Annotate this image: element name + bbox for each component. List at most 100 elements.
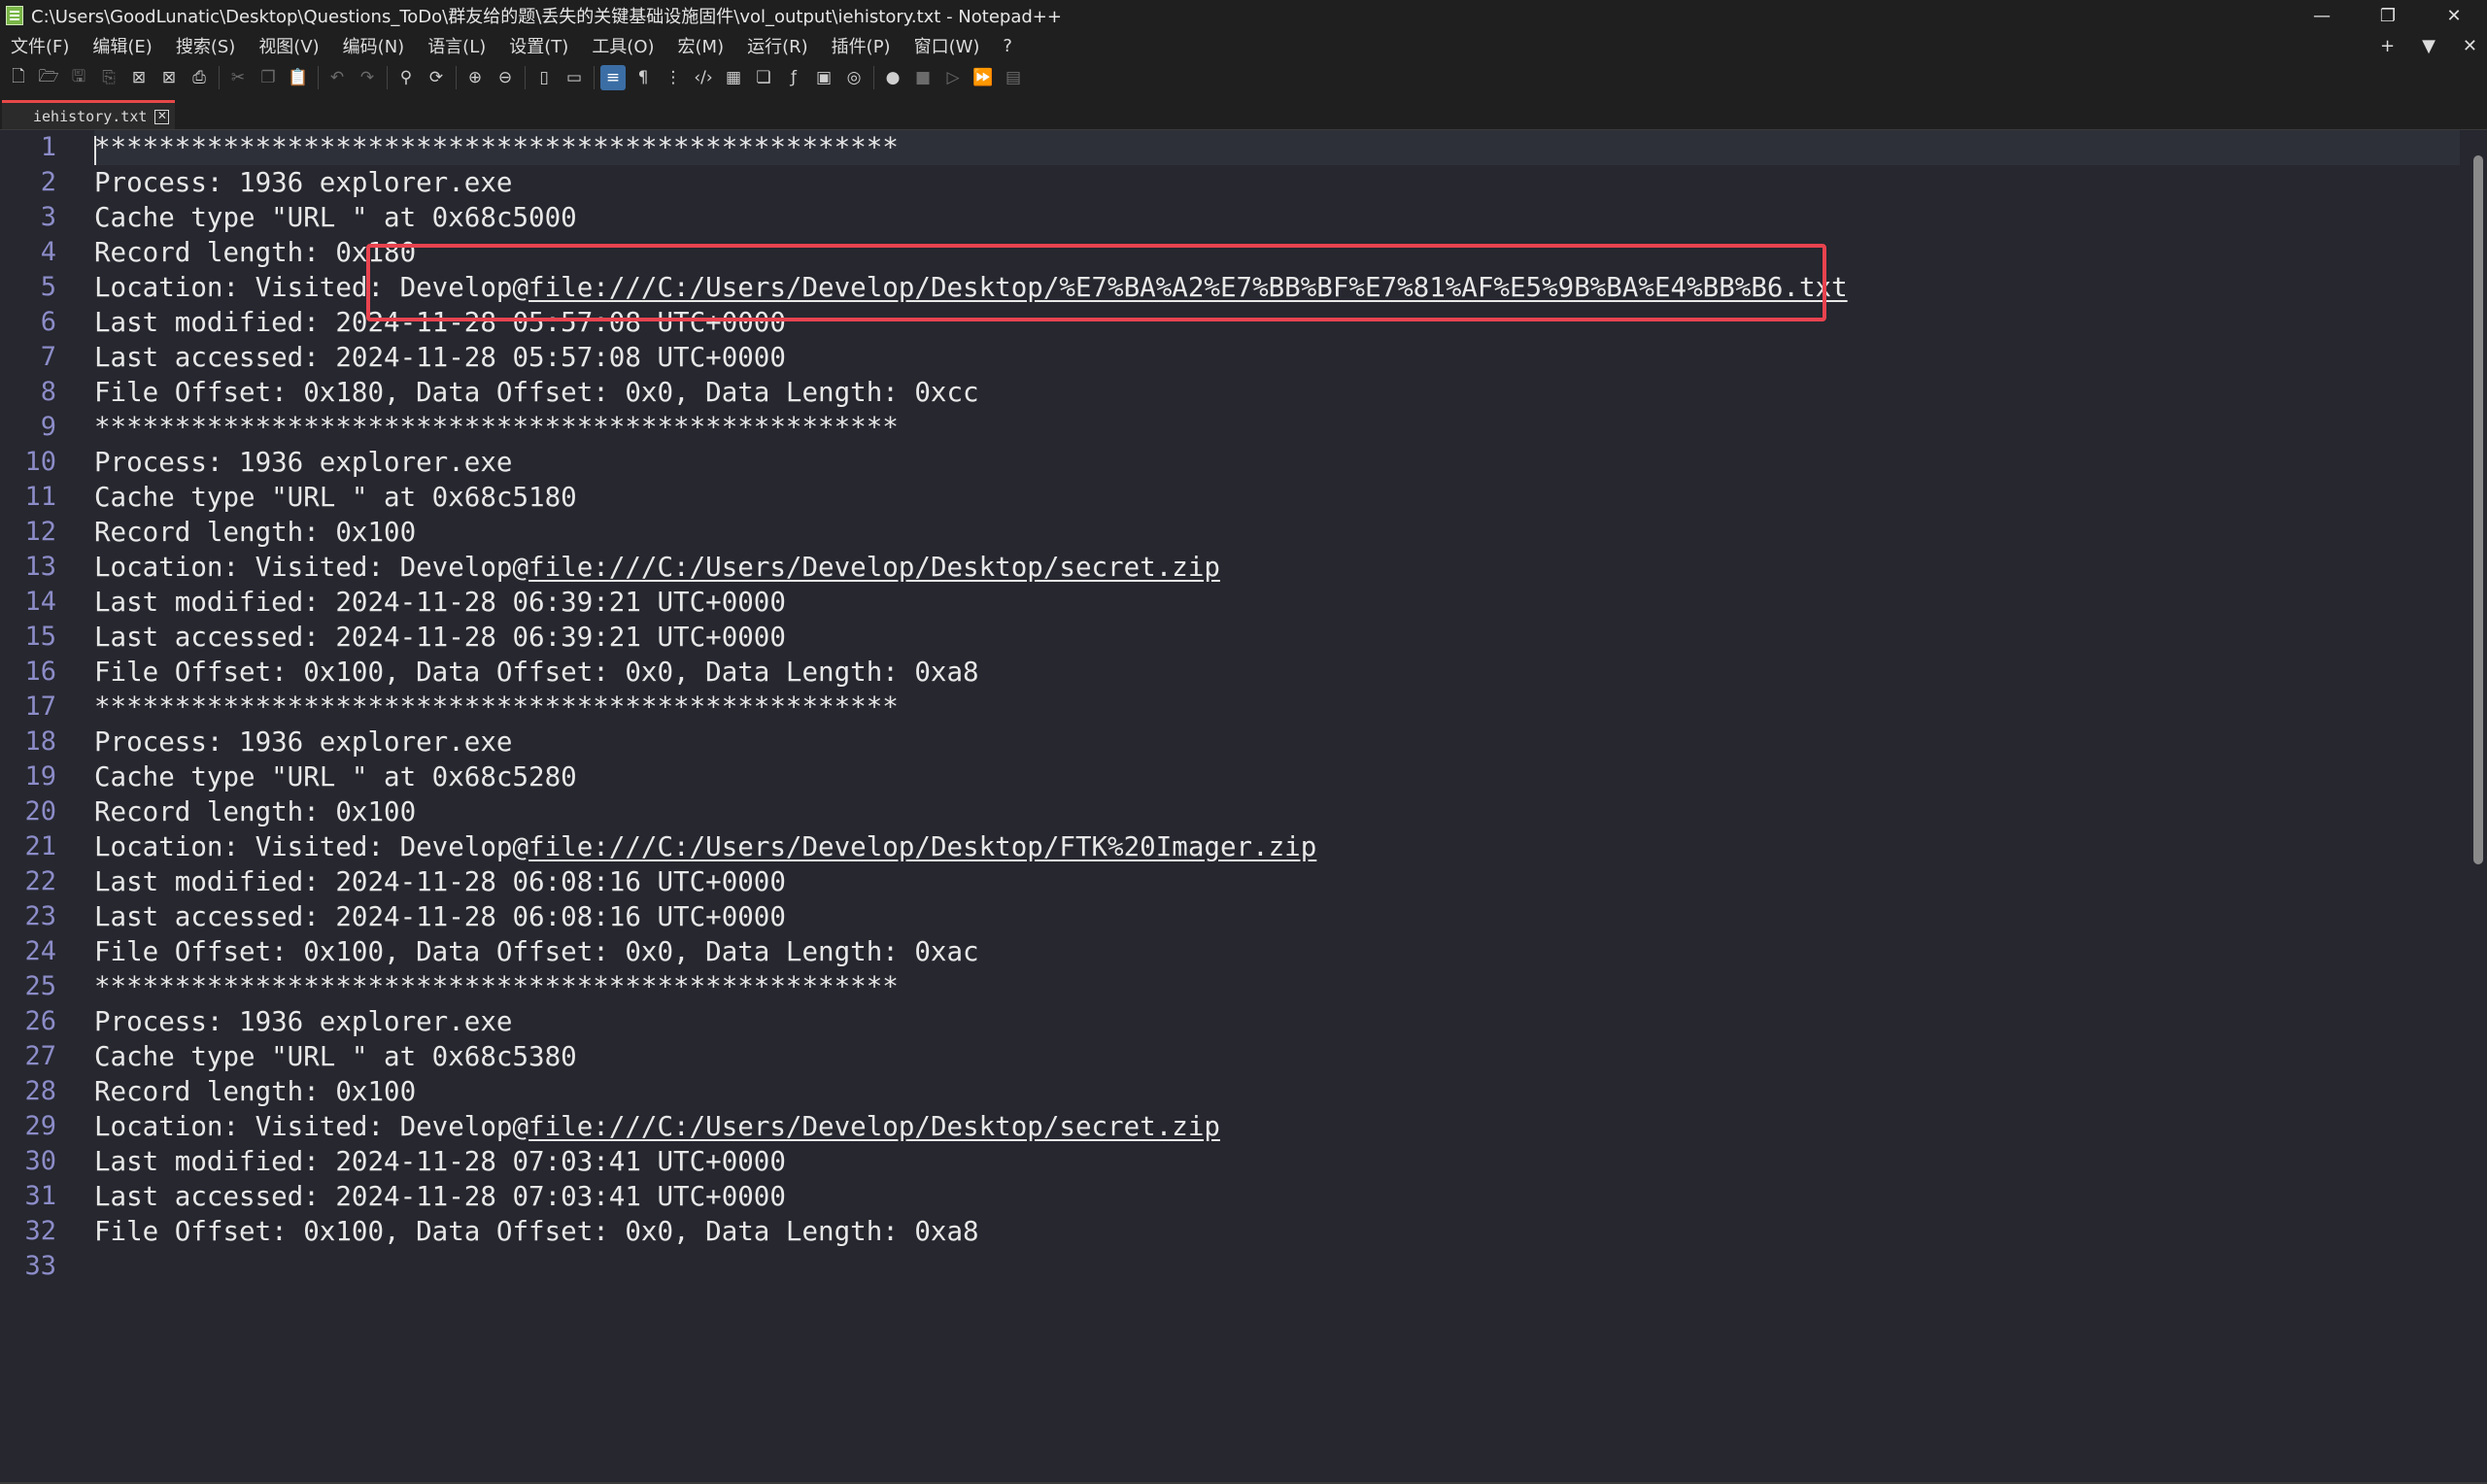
monitoring-icon[interactable]: ◎ bbox=[841, 65, 867, 90]
save-macro-icon[interactable]: ▤ bbox=[1001, 65, 1026, 90]
sync-horizontal-icon[interactable]: ▭ bbox=[562, 65, 587, 90]
menu-item[interactable]: 视图(V) bbox=[248, 33, 331, 58]
save-all-icon[interactable]: ⎘ bbox=[96, 65, 121, 90]
text-content[interactable]: ****************************************… bbox=[94, 130, 2468, 1484]
menu-item[interactable]: 设置(T) bbox=[498, 33, 581, 58]
document-map-icon[interactable]: ▦ bbox=[721, 65, 746, 90]
word-wrap-icon[interactable]: ≡ bbox=[600, 65, 626, 90]
text-line[interactable]: ****************************************… bbox=[94, 130, 2460, 165]
vertical-scrollbar[interactable] bbox=[2468, 130, 2487, 1484]
menu-item[interactable]: 工具(O) bbox=[581, 33, 666, 58]
text-line[interactable]: Last modified: 2024-11-28 06:08:16 UTC+0… bbox=[94, 864, 786, 899]
text-line[interactable]: File Offset: 0x180, Data Offset: 0x0, Da… bbox=[94, 375, 979, 410]
replace-icon[interactable]: ⟳ bbox=[424, 65, 449, 90]
text-line[interactable]: ****************************************… bbox=[94, 969, 899, 1004]
play-macro-icon[interactable]: ▷ bbox=[940, 65, 966, 90]
text-line[interactable]: ****************************************… bbox=[94, 690, 899, 725]
menu-item[interactable]: 编码(N) bbox=[332, 33, 418, 58]
line-number: 28 bbox=[24, 1076, 56, 1106]
text-line[interactable]: Last modified: 2024-11-28 07:03:41 UTC+0… bbox=[94, 1144, 786, 1179]
file-url-link[interactable]: file:///C:/Users/Develop/Desktop/FTK%20I… bbox=[528, 831, 1316, 862]
tab-iehistory[interactable]: iehistory.txt ✕ bbox=[2, 100, 175, 130]
xml-tag-icon[interactable]: ‹/› bbox=[691, 65, 716, 90]
text-line[interactable]: File Offset: 0x100, Data Offset: 0x0, Da… bbox=[94, 1214, 979, 1249]
close-document-icon[interactable]: ✕ bbox=[2463, 36, 2477, 56]
line-number: 15 bbox=[24, 622, 56, 652]
editor-area[interactable]: 1 2 3 4 5 6 7 8 9 10 11 12 13 14 15 16 17 18 19 20 21 22 23 24 2… bbox=[0, 130, 2468, 1484]
text-line[interactable]: Record length: 0x100 bbox=[94, 515, 416, 550]
save-icon[interactable]: 🖫 bbox=[66, 65, 91, 90]
line-number: 2 bbox=[40, 167, 56, 197]
stop-macro-icon[interactable]: ■ bbox=[910, 65, 936, 90]
show-all-chars-icon[interactable]: ¶ bbox=[630, 65, 656, 90]
print-icon[interactable]: ⎙ bbox=[187, 65, 212, 90]
text-line[interactable]: Location: Visited: Develop@file:///C:/Us… bbox=[94, 829, 1316, 864]
line-number: 31 bbox=[24, 1181, 56, 1211]
open-file-icon[interactable]: 🗁 bbox=[36, 65, 61, 90]
tab-list-dropdown-icon[interactable]: ▼ bbox=[2422, 36, 2436, 56]
text-line[interactable]: Last accessed: 2024-11-28 06:08:16 UTC+0… bbox=[94, 899, 786, 934]
run-macro-multiple-icon[interactable]: ⏩ bbox=[971, 65, 996, 90]
undo-icon[interactable]: ↶ bbox=[324, 65, 350, 90]
text-line[interactable]: Cache type "URL " at 0x68c5380 bbox=[94, 1039, 577, 1074]
text-line[interactable]: Process: 1936 explorer.exe bbox=[94, 1004, 512, 1039]
text-line[interactable]: File Offset: 0x100, Data Offset: 0x0, Da… bbox=[94, 655, 979, 690]
new-tab-plus-icon[interactable]: + bbox=[2380, 36, 2395, 56]
scrollbar-thumb[interactable] bbox=[2473, 155, 2483, 864]
zoom-in-icon[interactable]: ⊕ bbox=[462, 65, 488, 90]
cut-icon[interactable]: ✂ bbox=[225, 65, 251, 90]
text-line[interactable]: Location: Visited: Develop@file:///C:/Us… bbox=[94, 550, 1220, 585]
menu-item[interactable]: 文件(F) bbox=[0, 33, 82, 58]
indent-guide-icon[interactable]: ⋮ bbox=[661, 65, 686, 90]
menu-item[interactable]: 插件(P) bbox=[821, 33, 903, 58]
paste-icon[interactable]: 📋 bbox=[286, 65, 311, 90]
restore-button[interactable]: ❐ bbox=[2355, 0, 2421, 31]
text-line[interactable]: Process: 1936 explorer.exe bbox=[94, 725, 512, 759]
menu-item[interactable]: 语言(L) bbox=[417, 33, 498, 58]
text-line[interactable]: Cache type "URL " at 0x68c5280 bbox=[94, 759, 577, 794]
close-window-button[interactable]: ✕ bbox=[2421, 0, 2487, 31]
menu-item[interactable]: 运行(R) bbox=[736, 33, 821, 58]
folder-workspace-icon[interactable]: ▣ bbox=[811, 65, 836, 90]
close-all-icon[interactable]: ⊠ bbox=[156, 65, 182, 90]
text-line[interactable]: Last accessed: 2024-11-28 06:39:21 UTC+0… bbox=[94, 620, 786, 655]
text-line[interactable]: File Offset: 0x100, Data Offset: 0x0, Da… bbox=[94, 934, 979, 969]
line-number: 17 bbox=[24, 691, 56, 722]
text-line[interactable]: Record length: 0x100 bbox=[94, 1074, 416, 1109]
zoom-out-icon[interactable]: ⊖ bbox=[493, 65, 518, 90]
text-line[interactable]: Record length: 0x100 bbox=[94, 794, 416, 829]
find-icon[interactable]: ⚲ bbox=[393, 65, 419, 90]
text-line[interactable]: Cache type "URL " at 0x68c5000 bbox=[94, 200, 577, 235]
text-line[interactable]: Location: Visited: Develop@file:///C:/Us… bbox=[94, 1109, 1220, 1144]
line-number-gutter: 1 2 3 4 5 6 7 8 9 10 11 12 13 14 15 16 17 18 19 20 21 22 23 24 2… bbox=[0, 130, 70, 1484]
text-line[interactable]: Cache type "URL " at 0x68c5180 bbox=[94, 480, 577, 515]
line-number: 14 bbox=[24, 587, 56, 617]
text-line[interactable]: Last accessed: 2024-11-28 05:57:08 UTC+0… bbox=[94, 340, 786, 375]
text-line[interactable]: Last modified: 2024-11-28 06:39:21 UTC+0… bbox=[94, 585, 786, 620]
redo-icon[interactable]: ↷ bbox=[355, 65, 380, 90]
minimize-button[interactable]: — bbox=[2289, 0, 2355, 31]
sync-vertical-icon[interactable]: ▯ bbox=[531, 65, 557, 90]
menu-item[interactable]: 编辑(E) bbox=[82, 33, 164, 58]
text-line[interactable]: Process: 1936 explorer.exe bbox=[94, 165, 512, 200]
notepad-plus-plus-icon bbox=[6, 6, 23, 25]
menu-item[interactable]: 搜索(S) bbox=[165, 33, 248, 58]
tab-label: iehistory.txt bbox=[33, 108, 148, 125]
title-bar: C:\Users\GoodLunatic\Desktop\Questions_T… bbox=[0, 0, 2487, 31]
close-icon[interactable]: ⊠ bbox=[126, 65, 152, 90]
line-number: 21 bbox=[24, 831, 56, 861]
text-line[interactable]: ****************************************… bbox=[94, 410, 899, 445]
copy-icon[interactable]: ❐ bbox=[256, 65, 281, 90]
file-url-link[interactable]: file:///C:/Users/Develop/Desktop/secret.… bbox=[528, 552, 1220, 583]
record-macro-icon[interactable]: ● bbox=[880, 65, 905, 90]
text-line[interactable]: Last accessed: 2024-11-28 07:03:41 UTC+0… bbox=[94, 1179, 786, 1214]
text-line[interactable]: Process: 1936 explorer.exe bbox=[94, 445, 512, 480]
menu-item[interactable]: 窗口(W) bbox=[903, 33, 993, 58]
tab-close-icon[interactable]: ✕ bbox=[154, 109, 170, 124]
new-file-icon[interactable]: 🗋 bbox=[6, 65, 31, 90]
file-url-link[interactable]: file:///C:/Users/Develop/Desktop/secret.… bbox=[528, 1111, 1220, 1142]
function-list-icon[interactable]: ƒ bbox=[781, 65, 806, 90]
document-list-icon[interactable]: ❏ bbox=[751, 65, 776, 90]
menu-item[interactable]: 宏(M) bbox=[667, 33, 737, 58]
menu-item[interactable]: ? bbox=[992, 36, 1025, 56]
